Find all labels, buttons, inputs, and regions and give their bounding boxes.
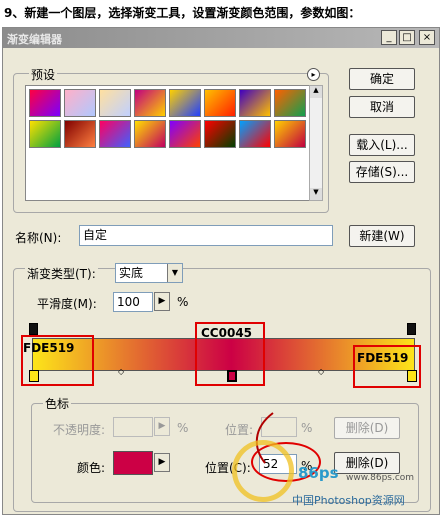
position-unit-top: % bbox=[301, 421, 313, 435]
preset-swatch[interactable] bbox=[99, 89, 131, 117]
smoothness-unit: % bbox=[177, 295, 189, 309]
gradient-editor-dialog: 渐变编辑器 _ □ × 预设 ▸ ▲ ▼ 确定 取消 载入(L)... 存储(S… bbox=[2, 27, 440, 515]
preset-swatch[interactable] bbox=[204, 89, 236, 117]
new-button[interactable]: 新建(W) bbox=[349, 225, 415, 247]
watermark-url: www.86ps.com bbox=[346, 473, 415, 483]
color-label: 颜色: bbox=[77, 461, 106, 475]
chevron-down-icon[interactable]: ▼ bbox=[167, 264, 182, 282]
opacity-label: 不透明度: bbox=[53, 423, 106, 437]
opacity-stop-left[interactable] bbox=[29, 323, 38, 335]
load-button[interactable]: 载入(L)... bbox=[349, 134, 415, 156]
hex-label-left: FDE519 bbox=[23, 341, 75, 355]
smoothness-input[interactable]: 100 bbox=[113, 292, 153, 312]
preset-swatch[interactable] bbox=[239, 89, 271, 117]
preset-swatch[interactable] bbox=[99, 120, 131, 148]
gradient-type-label: 渐变类型(T): bbox=[25, 265, 98, 282]
stops-legend: 色标 bbox=[43, 395, 72, 412]
preset-swatch[interactable] bbox=[134, 89, 166, 117]
preset-swatch[interactable] bbox=[274, 89, 306, 117]
smoothness-arrow-icon[interactable]: ▶ bbox=[154, 292, 170, 311]
opacity-stop-right[interactable] bbox=[407, 323, 416, 335]
ok-button[interactable]: 确定 bbox=[349, 68, 415, 90]
preset-swatch[interactable] bbox=[64, 120, 96, 148]
scroll-down-icon[interactable]: ▼ bbox=[310, 188, 322, 200]
preset-swatch[interactable] bbox=[169, 120, 201, 148]
presets-label: 预设 bbox=[29, 66, 58, 83]
gradient-type-select[interactable]: 实底 ▼ bbox=[115, 263, 183, 283]
opacity-input[interactable] bbox=[113, 417, 153, 437]
watermark-text: 中国Photoshop资源网 bbox=[292, 494, 405, 507]
preset-swatch[interactable] bbox=[274, 120, 306, 148]
name-input[interactable]: 自定 bbox=[79, 225, 333, 246]
preset-swatch[interactable] bbox=[134, 120, 166, 148]
preset-swatch[interactable] bbox=[64, 89, 96, 117]
hex-label-middle: CC0045 bbox=[201, 326, 253, 340]
tutorial-caption: 9、新建一个图层，选择渐变工具，设置渐变颜色范围，参数如图： bbox=[4, 6, 361, 20]
minimize-button[interactable]: _ bbox=[381, 30, 397, 45]
window-title: 渐变编辑器 bbox=[7, 33, 62, 46]
color-arrow-icon[interactable]: ▶ bbox=[154, 453, 170, 472]
preset-swatch[interactable] bbox=[29, 120, 61, 148]
cancel-button[interactable]: 取消 bbox=[349, 96, 415, 118]
close-button[interactable]: × bbox=[419, 30, 435, 45]
maximize-button[interactable]: □ bbox=[399, 30, 415, 45]
presets-scrollbar[interactable]: ▲ ▼ bbox=[309, 85, 323, 201]
presets-menu-icon[interactable]: ▸ bbox=[307, 68, 320, 81]
scroll-up-icon[interactable]: ▲ bbox=[310, 86, 322, 98]
delete-opacity-button[interactable]: 删除(D) bbox=[334, 417, 400, 439]
preset-swatch[interactable] bbox=[29, 89, 61, 117]
opacity-unit: % bbox=[177, 421, 189, 435]
preset-swatch[interactable] bbox=[169, 89, 201, 117]
smoothness-label: 平滑度(M): bbox=[37, 297, 97, 311]
opacity-arrow-icon[interactable]: ▶ bbox=[154, 417, 170, 436]
watermark-brand: 86ps bbox=[298, 464, 339, 482]
preset-swatch[interactable] bbox=[239, 120, 271, 148]
title-bar: 渐变编辑器 _ □ × bbox=[3, 28, 439, 48]
preset-grid bbox=[25, 85, 311, 201]
midpoint-left-icon[interactable]: ◇ bbox=[118, 367, 124, 376]
delete-color-button[interactable]: 删除(D) bbox=[334, 452, 400, 474]
stop-color-swatch[interactable] bbox=[113, 451, 153, 475]
watermark-logo bbox=[232, 440, 294, 502]
gradient-type-value: 实底 bbox=[119, 266, 144, 280]
name-label: 名称(N): bbox=[15, 231, 62, 245]
hex-label-right: FDE519 bbox=[357, 351, 409, 365]
save-button[interactable]: 存储(S)... bbox=[349, 161, 415, 183]
midpoint-right-icon[interactable]: ◇ bbox=[318, 367, 324, 376]
preset-swatch[interactable] bbox=[204, 120, 236, 148]
